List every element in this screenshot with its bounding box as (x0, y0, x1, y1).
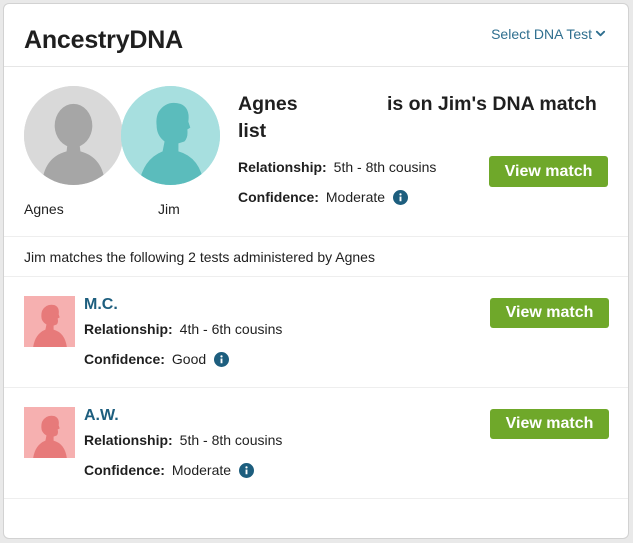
jim-label: Jim (158, 201, 180, 217)
person-silhouette-icon (24, 296, 75, 347)
confidence-key: Confidence: (84, 351, 165, 367)
tests-info-text: Jim matches the following 2 tests admini… (24, 249, 375, 265)
confidence-value: Good (171, 351, 207, 367)
info-icon[interactable] (393, 189, 409, 205)
brand-title: AncestryDNA (24, 26, 183, 54)
select-dna-test-dropdown[interactable]: Select DNA Test (491, 26, 606, 42)
relationship-value: 4th - 6th cousins (179, 321, 283, 337)
test-initials[interactable]: A.W. (84, 407, 119, 425)
relationship-key: Relationship: (238, 159, 327, 175)
test-avatar (24, 296, 75, 347)
relationship-line: Relationship: 5th - 8th cousins (238, 159, 436, 175)
top-match-section: Agnes Jim Agnes is on Jim's DNA match lis… (4, 67, 628, 237)
view-match-button[interactable]: View match (489, 156, 608, 187)
person-silhouette-icon (121, 86, 220, 185)
confidence-line: Confidence: Good (84, 351, 230, 367)
tests-info-bar: Jim matches the following 2 tests admini… (4, 237, 628, 277)
relationship-key: Relationship: (84, 432, 173, 448)
card-header: AncestryDNA Select DNA Test (4, 4, 628, 67)
relationship-value: 5th - 8th cousins (179, 432, 283, 448)
person-silhouette-icon (24, 407, 75, 458)
chevron-down-icon (595, 26, 606, 42)
confidence-key: Confidence: (84, 462, 165, 478)
info-icon[interactable] (214, 351, 230, 367)
dna-match-card: AncestryDNA Select DNA Test Agnes Jim Ag… (3, 3, 629, 539)
info-icon[interactable] (239, 462, 255, 478)
test-initials[interactable]: M.C. (84, 296, 118, 314)
agnes-avatar (24, 86, 123, 185)
match-headline: Agnes is on Jim's DNA match list (238, 91, 608, 145)
confidence-value: Moderate (171, 462, 232, 478)
relationship-line: Relationship: 4th - 6th cousins (84, 321, 282, 337)
view-match-button[interactable]: View match (490, 298, 609, 328)
agnes-label: Agnes (24, 201, 64, 217)
relationship-value: 5th - 8th cousins (333, 159, 437, 175)
select-dna-test-label: Select DNA Test (491, 26, 592, 42)
confidence-key: Confidence: (238, 189, 319, 205)
confidence-value: Moderate (325, 189, 386, 205)
view-match-button[interactable]: View match (490, 409, 609, 439)
person-silhouette-icon (24, 86, 123, 185)
relationship-key: Relationship: (84, 321, 173, 337)
test-row: A.W. Relationship: 5th - 8th cousins Con… (4, 388, 628, 499)
test-avatar (24, 407, 75, 458)
headline-name: Agnes (238, 93, 298, 115)
test-row: M.C. Relationship: 4th - 6th cousins Con… (4, 277, 628, 388)
confidence-line: Confidence: Moderate (84, 462, 255, 478)
jim-avatar (121, 86, 220, 185)
confidence-line: Confidence: Moderate (238, 189, 409, 205)
relationship-line: Relationship: 5th - 8th cousins (84, 432, 282, 448)
